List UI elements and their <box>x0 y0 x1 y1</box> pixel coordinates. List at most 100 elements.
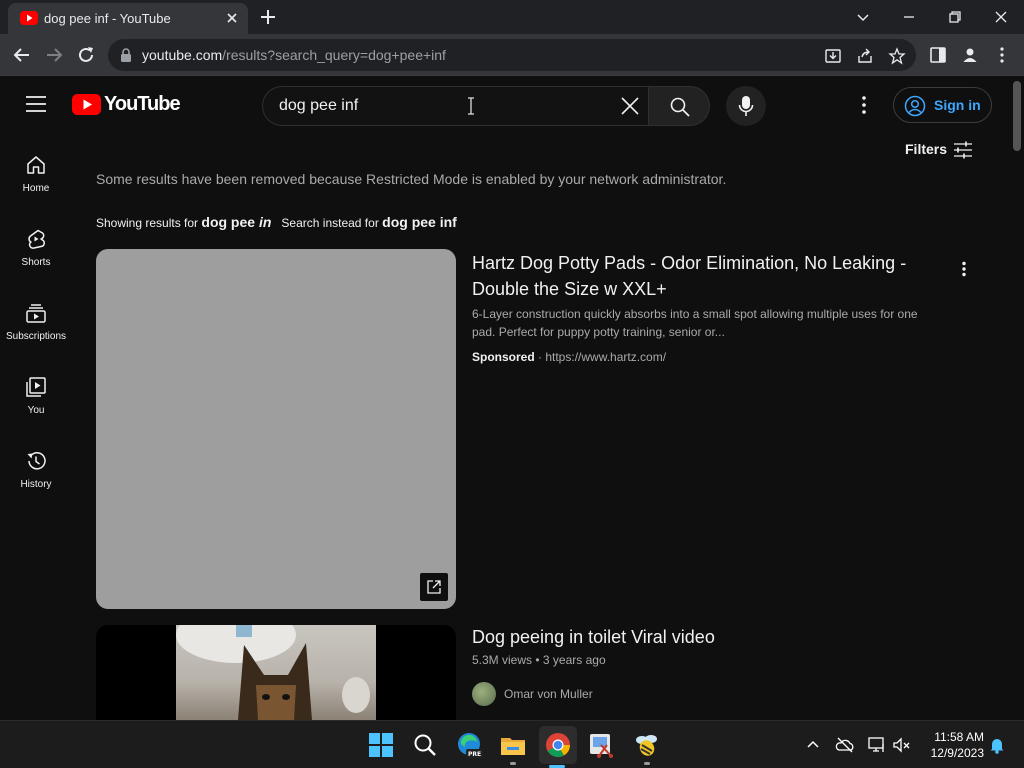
hamburger-menu-icon[interactable] <box>26 95 46 113</box>
sign-in-button[interactable]: Sign in <box>893 87 992 123</box>
ad-more-options-icon[interactable] <box>954 260 974 280</box>
filter-sliders-icon <box>954 141 972 159</box>
tray-overflow-chevron-icon[interactable] <box>803 735 823 755</box>
clock-time[interactable]: 11:58 AM <box>924 730 984 744</box>
search-button[interactable] <box>648 86 710 126</box>
search-input[interactable]: dog pee inf <box>279 97 358 115</box>
address-bar[interactable]: youtube.com/results?search_query=dog+pee… <box>108 39 916 71</box>
browser-tab-strip: dog pee inf - YouTube <box>0 0 1024 34</box>
filters-label: Filters <box>905 141 948 157</box>
side-panel-icon[interactable] <box>928 45 948 65</box>
shorts-icon <box>28 229 45 249</box>
youtube-favicon-icon <box>20 11 38 25</box>
corrected-query-italic: in <box>258 214 272 230</box>
share-icon[interactable] <box>856 47 874 65</box>
tab-close-icon[interactable] <box>224 10 240 26</box>
youtube-logo-text[interactable]: YouTube <box>104 93 181 116</box>
search-instead-prefix: Search instead for <box>281 216 379 230</box>
video-thumbnail[interactable] <box>96 625 456 720</box>
search-icon <box>670 97 690 117</box>
original-query-link[interactable]: dog pee inf <box>382 214 457 230</box>
url-path: /results?search_query=dog+pee+inf <box>222 47 446 63</box>
filters-button[interactable]: Filters <box>905 141 972 159</box>
text-cursor-icon <box>468 97 474 115</box>
url-host: youtube.com <box>142 47 223 63</box>
taskbar-search-icon[interactable] <box>411 731 439 759</box>
guide-item-subscriptions[interactable]: Subscriptions <box>0 302 72 372</box>
tab-search-chevron-icon[interactable] <box>852 6 874 28</box>
guide-label-history: History <box>20 479 52 490</box>
minimize-icon[interactable] <box>898 6 920 28</box>
video-meta: 5.3M views • 3 years ago <box>472 653 606 667</box>
corrected-query-text: dog pee <box>201 214 256 230</box>
settings-more-icon[interactable] <box>858 95 870 115</box>
snipping-tool-icon[interactable] <box>587 731 615 759</box>
new-tab-icon[interactable] <box>258 7 278 27</box>
guide-label-you: You <box>27 405 45 416</box>
bee-app-running-indicator <box>644 762 650 765</box>
guide-item-shorts[interactable]: Shorts <box>0 228 72 298</box>
dog-thumbnail-illustration <box>176 625 370 720</box>
you-icon <box>26 377 46 397</box>
browser-menu-icon[interactable] <box>992 45 1012 65</box>
bee-app-icon[interactable] <box>633 731 661 759</box>
page-scrollbar[interactable] <box>1010 77 1024 720</box>
volume-muted-icon[interactable] <box>892 735 912 755</box>
install-app-icon[interactable] <box>824 47 842 65</box>
explorer-running-indicator <box>510 762 516 765</box>
ad-title[interactable]: Hartz Dog Potty Pads - Odor Elimination,… <box>472 250 922 302</box>
voice-search-button[interactable] <box>726 86 766 126</box>
guide-label-subscriptions: Subscriptions <box>5 331 67 342</box>
reload-icon[interactable] <box>75 44 97 66</box>
account-circle-icon <box>904 95 926 117</box>
bookmark-star-icon[interactable] <box>888 47 906 65</box>
sign-in-label: Sign in <box>934 97 981 113</box>
guide-item-you[interactable]: You <box>0 376 72 446</box>
windows-start-icon[interactable] <box>367 731 395 759</box>
video-views: 5.3M views <box>472 653 533 667</box>
youtube-header: YouTube dog pee inf Sign in <box>0 77 1010 133</box>
clock-date[interactable]: 12/9/2023 <box>916 746 984 760</box>
guide-item-home[interactable]: Home <box>0 154 72 224</box>
home-icon <box>27 156 45 174</box>
chrome-icon[interactable] <box>544 731 572 759</box>
profile-icon[interactable] <box>960 45 980 65</box>
guide-label-shorts: Shorts <box>21 257 51 268</box>
open-in-new-icon <box>427 580 441 594</box>
ad-description: 6-Layer construction quickly absorbs int… <box>472 307 918 339</box>
video-frame-image <box>176 625 376 720</box>
restore-icon[interactable] <box>944 6 966 28</box>
search-box[interactable]: dog pee inf <box>262 86 648 126</box>
video-age: 3 years ago <box>542 653 606 667</box>
history-icon <box>27 452 46 470</box>
network-icon[interactable] <box>867 735 887 755</box>
video-title[interactable]: Dog peeing in toilet Viral video <box>472 627 715 648</box>
forward-icon[interactable] <box>43 44 65 66</box>
tab-title: dog pee inf - YouTube <box>44 11 171 26</box>
microphone-icon <box>738 96 754 116</box>
close-window-icon[interactable] <box>990 6 1012 28</box>
restricted-mode-notice: Some results have been removed because R… <box>96 171 727 187</box>
browser-tab[interactable]: dog pee inf - YouTube <box>8 3 248 34</box>
ad-link[interactable]: https://www.hartz.com/ <box>545 350 666 364</box>
subscriptions-icon <box>26 304 46 323</box>
youtube-logo-icon[interactable] <box>72 94 101 115</box>
ad-thumbnail[interactable] <box>96 249 456 609</box>
open-in-new-button[interactable] <box>420 573 448 601</box>
notification-bell-icon[interactable] <box>987 735 1007 755</box>
corrected-query-link[interactable]: dog pee in <box>201 214 271 230</box>
svg-text:PRE: PRE <box>468 751 481 758</box>
clear-search-icon[interactable] <box>619 95 641 117</box>
guide-item-history[interactable]: History <box>0 450 72 520</box>
sponsored-label: Sponsored <box>472 350 535 364</box>
scrollbar-thumb[interactable] <box>1013 81 1021 151</box>
lock-icon[interactable] <box>120 48 132 62</box>
guide-label-home: Home <box>22 183 50 194</box>
edge-beta-icon[interactable]: PRE <box>455 731 483 759</box>
url-text: youtube.com/results?search_query=dog+pee… <box>142 47 446 63</box>
channel-avatar[interactable] <box>472 682 496 706</box>
back-icon[interactable] <box>11 44 33 66</box>
channel-name[interactable]: Omar von Muller <box>504 687 593 701</box>
onedrive-offline-icon[interactable] <box>835 735 855 755</box>
file-explorer-icon[interactable] <box>499 731 527 759</box>
